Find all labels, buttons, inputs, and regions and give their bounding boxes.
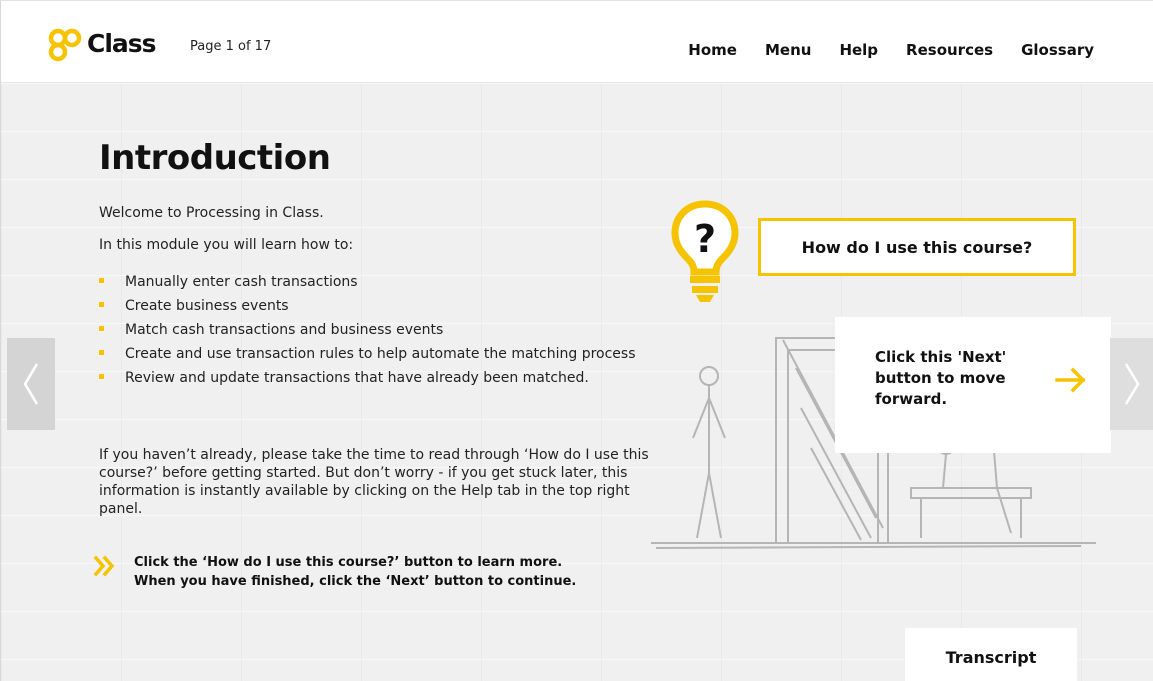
bullet-icon [99, 278, 104, 283]
bullet-icon [99, 326, 104, 331]
course-frame: Class Page 1 of 17 Home Menu Help Resour… [0, 0, 1153, 681]
list-item: Create and use transaction rules to help… [99, 345, 659, 363]
nav-home[interactable]: Home [688, 41, 737, 59]
svg-text:?: ? [694, 217, 716, 261]
list-item: Manually enter cash transactions [99, 273, 659, 291]
logo: Class [45, 25, 157, 65]
learning-objectives: Manually enter cash transactions Create … [99, 273, 659, 393]
lightbulb-question-icon: ? [671, 200, 739, 302]
previous-page-button[interactable] [7, 338, 55, 430]
nav-resources[interactable]: Resources [906, 41, 993, 59]
instruction-callout: Click the ‘How do I use this course?’ bu… [93, 553, 576, 591]
next-hint-text: Click this 'Next' button to move forward… [875, 348, 1007, 408]
list-item-text: Create and use transaction rules to help… [125, 346, 636, 362]
help-note: If you haven’t already, please take the … [99, 447, 649, 517]
content-area: Introduction Welcome to Processing in Cl… [1, 83, 1153, 681]
next-page-button[interactable] [1110, 338, 1153, 430]
bullet-icon [99, 302, 104, 307]
list-item-text: Create business events [125, 298, 289, 314]
callout-line-1: Click the ‘How do I use this course?’ bu… [134, 555, 563, 570]
welcome-text: Welcome to Processing in Class. [99, 205, 324, 221]
list-item-text: Review and update transactions that have… [125, 370, 589, 386]
chevron-left-icon [23, 363, 39, 405]
page-title: Introduction [99, 138, 331, 178]
list-item-text: Manually enter cash transactions [125, 274, 358, 290]
list-item-text: Match cash transactions and business eve… [125, 322, 444, 338]
page-counter: Page 1 of 17 [190, 39, 272, 54]
callout-text: Click the ‘How do I use this course?’ bu… [134, 553, 576, 591]
logo-text: Class [87, 28, 157, 58]
list-item: Review and update transactions that have… [99, 369, 659, 387]
list-item: Create business events [99, 297, 659, 315]
nav-glossary[interactable]: Glossary [1021, 41, 1094, 59]
next-hint-panel: Click this 'Next' button to move forward… [835, 317, 1111, 453]
top-nav: Home Menu Help Resources Glossary [688, 41, 1094, 59]
nav-help[interactable]: Help [839, 41, 878, 59]
list-item: Match cash transactions and business eve… [99, 321, 659, 339]
chevron-right-icon [1124, 363, 1140, 405]
callout-line-2: When you have finished, click the ‘Next’… [134, 574, 577, 589]
how-to-use-course-button[interactable]: How do I use this course? [758, 218, 1076, 276]
arrow-right-icon [1055, 367, 1086, 393]
class-logo-icon [48, 28, 82, 62]
nav-menu[interactable]: Menu [765, 41, 811, 59]
learn-lead-text: In this module you will learn how to: [99, 237, 354, 253]
header: Class Page 1 of 17 Home Menu Help Resour… [1, 1, 1153, 83]
transcript-button[interactable]: Transcript [905, 628, 1077, 681]
bullet-icon [99, 374, 104, 379]
bullet-icon [99, 350, 104, 355]
double-chevron-right-icon [93, 555, 123, 591]
